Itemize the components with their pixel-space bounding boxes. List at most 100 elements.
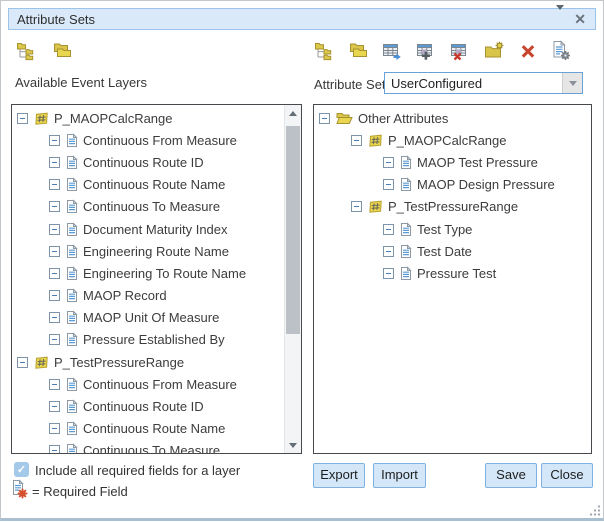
include-required-fields-label[interactable]: Include all required fields for a layer xyxy=(35,463,240,478)
tree-row: Engineering Route Name xyxy=(12,240,284,262)
attribute-set-tree: Other Attributes P_MAOPCalcRange MAOP Te… xyxy=(313,104,592,454)
close-icon[interactable]: ✕ xyxy=(574,12,586,26)
tree-item-label[interactable]: Continuous Route ID xyxy=(83,155,204,170)
scrollbar-thumb[interactable] xyxy=(286,126,300,334)
vertical-scrollbar[interactable] xyxy=(284,105,301,453)
left-toolbar xyxy=(15,40,72,61)
collapse-toggle[interactable] xyxy=(49,445,60,454)
save-button[interactable]: Save xyxy=(485,463,537,488)
field-icon xyxy=(66,443,78,454)
attribute-set-label: Attribute Set: xyxy=(314,77,389,92)
tree-item-label[interactable]: Test Type xyxy=(417,222,472,237)
collapse-toggle[interactable] xyxy=(17,357,28,368)
open-attribute-set-folders-icon[interactable] xyxy=(347,40,368,61)
event-layer-icon xyxy=(34,355,49,370)
collapse-toggle[interactable] xyxy=(383,246,394,257)
collapse-toggle[interactable] xyxy=(49,135,60,146)
tree-item-label[interactable]: Continuous From Measure xyxy=(83,377,237,392)
add-table-icon[interactable] xyxy=(415,40,436,61)
dialog-title: Attribute Sets xyxy=(9,12,95,27)
tree-item-label[interactable]: P_TestPressureRange xyxy=(388,199,518,214)
tree-item-label[interactable]: Continuous Route Name xyxy=(83,421,225,436)
attribute-set-tree-icon[interactable] xyxy=(313,40,334,61)
tree-row: Continuous Route ID xyxy=(12,395,284,417)
close-button[interactable]: Close xyxy=(541,463,593,488)
collapse-toggle[interactable] xyxy=(49,379,60,390)
tree-item-label[interactable]: MAOP Design Pressure xyxy=(417,177,555,192)
export-table-icon[interactable] xyxy=(381,40,402,61)
collapse-toggle[interactable] xyxy=(49,312,60,323)
collapse-toggle[interactable] xyxy=(49,157,60,168)
remove-table-icon[interactable] xyxy=(449,40,470,61)
chevron-down-icon xyxy=(569,81,577,90)
scroll-up-icon[interactable] xyxy=(285,105,301,121)
collapse-toggle[interactable] xyxy=(49,224,60,235)
tree-item-label[interactable]: Pressure Established By xyxy=(83,332,225,347)
export-button[interactable]: Export xyxy=(313,463,365,488)
tree-row: Continuous From Measure xyxy=(12,373,284,395)
field-icon xyxy=(400,244,412,259)
collapse-toggle[interactable] xyxy=(49,246,60,257)
event-layer-icon xyxy=(34,111,49,126)
dropdown-arrow-button[interactable] xyxy=(562,73,582,93)
tree-item-label[interactable]: Engineering Route Name xyxy=(83,244,229,259)
tree-item-label[interactable]: P_MAOPCalcRange xyxy=(388,133,507,148)
field-icon xyxy=(66,421,78,436)
collapse-toggle[interactable] xyxy=(49,201,60,212)
resize-grip[interactable] xyxy=(589,504,601,522)
collapse-toggle[interactable] xyxy=(49,423,60,434)
collapse-toggle[interactable] xyxy=(351,135,362,146)
include-required-fields-checkbox[interactable]: ✓ xyxy=(14,462,29,477)
collapse-toggle[interactable] xyxy=(319,113,330,124)
collapse-toggle[interactable] xyxy=(49,334,60,345)
tree-item-label[interactable]: Continuous Route ID xyxy=(83,399,204,414)
tree-row: Engineering To Route Name xyxy=(12,262,284,284)
tree-item-label[interactable]: Test Date xyxy=(417,244,472,259)
field-icon xyxy=(400,155,412,170)
collapse-toggle[interactable] xyxy=(49,290,60,301)
document-settings-icon[interactable] xyxy=(551,40,572,61)
delete-icon[interactable] xyxy=(517,40,538,61)
tree-item-label[interactable]: Continuous To Measure xyxy=(83,199,220,214)
scroll-down-icon[interactable] xyxy=(285,437,301,453)
tree-item-label[interactable]: MAOP Unit Of Measure xyxy=(83,310,219,325)
tree-row: Other Attributes xyxy=(314,107,591,129)
field-icon xyxy=(66,310,78,325)
collapse-toggle[interactable] xyxy=(383,157,394,168)
field-icon xyxy=(66,288,78,303)
collapse-toggle[interactable] xyxy=(383,268,394,279)
folder-settings-icon[interactable] xyxy=(483,40,504,61)
collapse-panel-icon[interactable] xyxy=(556,10,564,28)
field-icon xyxy=(66,133,78,148)
tree-item-label[interactable]: P_MAOPCalcRange xyxy=(54,111,173,126)
collapse-toggle[interactable] xyxy=(49,401,60,412)
tree-item-label[interactable]: MAOP Record xyxy=(83,288,167,303)
tree-row: Continuous Route ID xyxy=(12,151,284,173)
collapse-toggle[interactable] xyxy=(351,201,362,212)
collapse-toggle[interactable] xyxy=(383,179,394,190)
tree-item-label[interactable]: Continuous To Measure xyxy=(83,443,220,454)
tree-item-label[interactable]: Other Attributes xyxy=(358,111,448,126)
attribute-set-tree-icon[interactable] xyxy=(15,40,36,61)
tree-item-label[interactable]: P_TestPressureRange xyxy=(54,355,184,370)
tree-row: Test Type xyxy=(314,218,591,240)
attribute-set-dropdown[interactable]: UserConfigured xyxy=(384,72,583,94)
tree-item-label[interactable]: Engineering To Route Name xyxy=(83,266,246,281)
tree-item-label[interactable]: MAOP Test Pressure xyxy=(417,155,538,170)
tree-item-label[interactable]: Document Maturity Index xyxy=(83,222,228,237)
collapse-toggle[interactable] xyxy=(49,179,60,190)
collapse-toggle[interactable] xyxy=(17,113,28,124)
collapse-toggle[interactable] xyxy=(49,268,60,279)
open-attribute-set-folders-icon[interactable] xyxy=(51,40,72,61)
event-layer-icon xyxy=(368,199,383,214)
event-layer-icon xyxy=(368,133,383,148)
attribute-set-dropdown-value[interactable]: UserConfigured xyxy=(385,73,562,93)
field-icon xyxy=(66,244,78,259)
tree-item-label[interactable]: Continuous From Measure xyxy=(83,133,237,148)
collapse-toggle[interactable] xyxy=(383,224,394,235)
tree-item-label[interactable]: Pressure Test xyxy=(417,266,496,281)
field-icon xyxy=(400,266,412,281)
import-button[interactable]: Import xyxy=(373,463,426,488)
required-field-legend: = Required Field xyxy=(32,484,128,499)
tree-item-label[interactable]: Continuous Route Name xyxy=(83,177,225,192)
